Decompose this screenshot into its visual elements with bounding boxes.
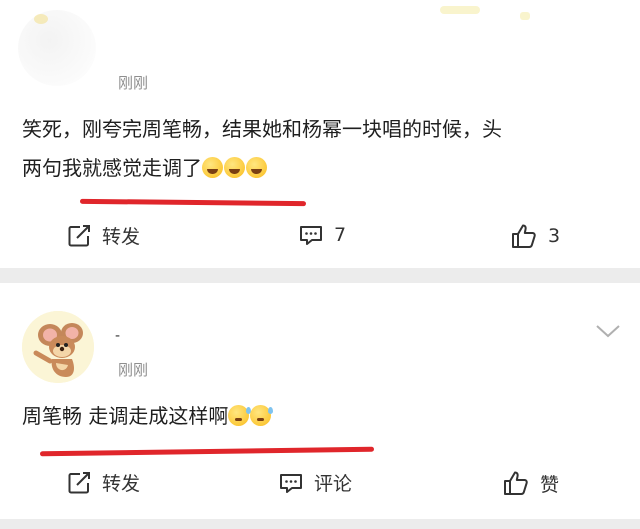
like-button[interactable]: 赞: [502, 469, 559, 497]
comment-text: 笑死，刚夸完周笔畅，结果她和杨幂一块唱的时候，头 两句我就感觉走调了: [22, 110, 502, 188]
comment-button[interactable]: 7: [298, 222, 346, 248]
like-icon: [510, 222, 538, 250]
comment-text-line-1: 笑死，刚夸完周笔畅，结果她和杨幂一块唱的时候，头: [22, 117, 502, 141]
share-icon: [66, 470, 92, 496]
comment-label: 评论: [314, 473, 353, 495]
share-label: 转发: [102, 226, 141, 248]
share-button[interactable]: 转发: [66, 469, 140, 496]
comment-count: 7: [334, 224, 347, 246]
laugh-cry-emoji: [224, 157, 245, 178]
comment-text-body: 周笔畅 走调走成这样啊: [22, 404, 229, 428]
share-label: 转发: [102, 473, 141, 495]
red-underline: [79, 198, 307, 207]
sweat-emoji: [228, 405, 252, 426]
red-underline: [39, 446, 375, 457]
comment-time: 刚刚: [118, 74, 149, 92]
share-icon: [66, 223, 92, 249]
sweat-emoji: [250, 405, 274, 426]
like-button[interactable]: 3: [510, 222, 560, 250]
like-count: 3: [548, 225, 561, 247]
comment-card-1: 刚刚 笑死，刚夸完周笔畅，结果她和杨幂一块唱的时候，头 两句我就感觉走调了 转发…: [0, 0, 640, 268]
comment-text-line-2: 两句我就感觉走调了: [22, 149, 502, 188]
comment-button[interactable]: 评论: [278, 469, 352, 496]
avatar[interactable]: [22, 311, 94, 383]
comment-icon: [278, 470, 304, 496]
share-button[interactable]: 转发: [66, 222, 140, 249]
like-icon: [502, 469, 530, 497]
blurred-sticker: [34, 14, 48, 24]
jerry-mouse-avatar-image: [22, 311, 94, 383]
laugh-cry-emoji: [246, 157, 267, 178]
comment-text-line-2-text: 两句我就感觉走调了: [22, 156, 202, 180]
avatar[interactable]: [18, 10, 96, 86]
blurred-mark: [440, 6, 480, 14]
like-label: 赞: [540, 473, 560, 496]
user-name[interactable]: -: [115, 328, 120, 344]
comment-text: 周笔畅 走调走成这样啊: [22, 397, 274, 436]
chevron-down-icon[interactable]: [594, 323, 622, 343]
comment-icon: [298, 222, 324, 248]
blurred-mark: [520, 12, 530, 20]
comment-card-2: - 刚刚 周笔畅 走调走成这样啊 转发 评论 赞: [0, 283, 640, 519]
laugh-cry-emoji: [202, 157, 223, 178]
comment-time: 刚刚: [118, 361, 149, 379]
